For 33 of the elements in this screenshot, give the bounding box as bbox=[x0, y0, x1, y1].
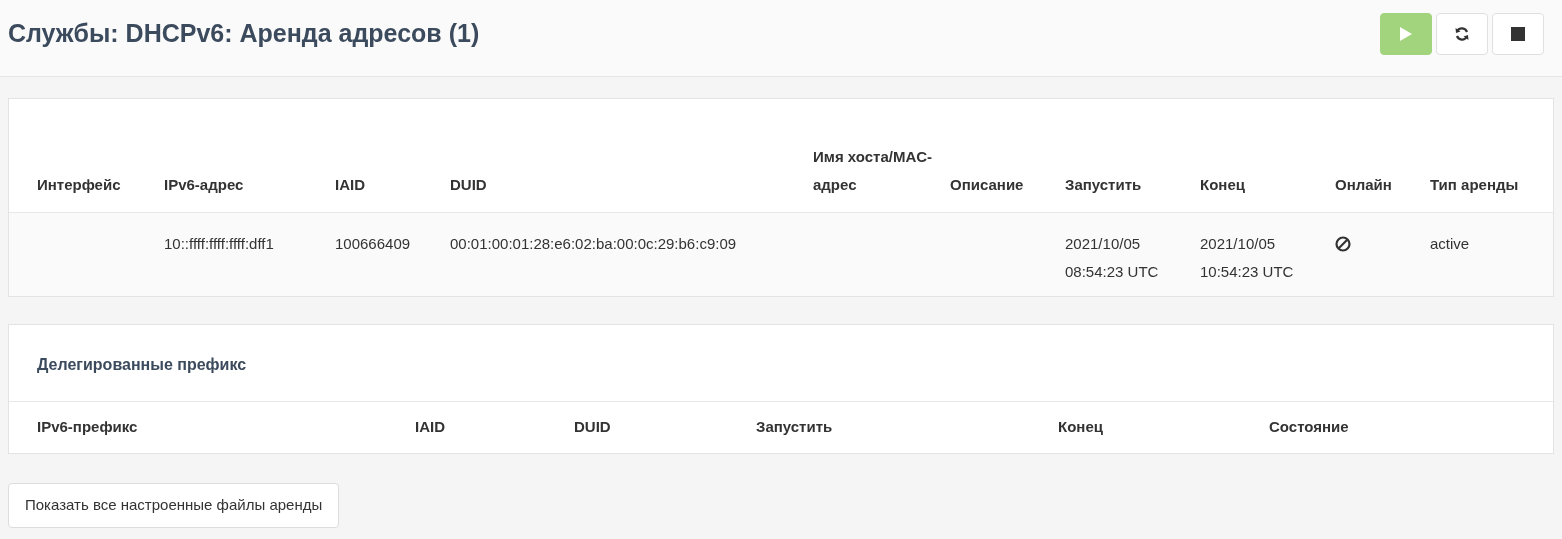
column-header: Запустить bbox=[1065, 175, 1142, 193]
column-header: Имя хоста/MAC-адрес bbox=[813, 147, 933, 193]
section-title: Делегированные префикс bbox=[37, 355, 247, 375]
table-cell-text: 10::ffff:ffff:ffff:dff1 bbox=[164, 234, 274, 252]
table-cell-text: 100666409 bbox=[335, 234, 411, 252]
stop-button[interactable] bbox=[1492, 13, 1544, 55]
show-all-button[interactable]: Показать все настроенные файлы аренды bbox=[8, 482, 340, 528]
restart-button[interactable] bbox=[1436, 13, 1488, 55]
page-title: Службы: DHCPv6: Аренда адресов (1) bbox=[8, 18, 480, 50]
date-text: 10:54:23 UTC bbox=[1200, 261, 1294, 282]
column-header: IPv6-адрес bbox=[164, 175, 244, 193]
refresh-icon bbox=[1454, 26, 1470, 42]
date-text: 2021/10/05 bbox=[1200, 233, 1276, 254]
date-text: 2021/10/05 bbox=[1065, 233, 1141, 254]
column-header: Конец bbox=[1200, 175, 1245, 193]
column-header: DUID bbox=[450, 175, 487, 193]
column-header: Состояние bbox=[1269, 418, 1349, 436]
table-cell-text: 00:01:00:01:28:e6:02:ba:00:0c:29:b6:c9:09 bbox=[450, 234, 737, 252]
column-header: Запустить bbox=[756, 418, 833, 436]
column-header: Описание bbox=[950, 175, 1024, 193]
table-cell-text: active bbox=[1430, 234, 1470, 252]
column-header: Онлайн bbox=[1335, 175, 1392, 193]
column-header: IAID bbox=[415, 418, 445, 436]
stop-icon bbox=[1511, 27, 1525, 41]
column-header: IPv6-префикс bbox=[37, 418, 138, 436]
start-button[interactable] bbox=[1380, 13, 1432, 55]
column-header: Тип аренды bbox=[1430, 175, 1519, 193]
column-header: DUID bbox=[574, 418, 611, 436]
column-header: Конец bbox=[1058, 418, 1103, 436]
play-icon bbox=[1399, 26, 1413, 42]
column-header: Интерфейс bbox=[37, 175, 121, 193]
date-text: 08:54:23 UTC bbox=[1065, 261, 1159, 282]
column-header: IAID bbox=[335, 175, 365, 193]
